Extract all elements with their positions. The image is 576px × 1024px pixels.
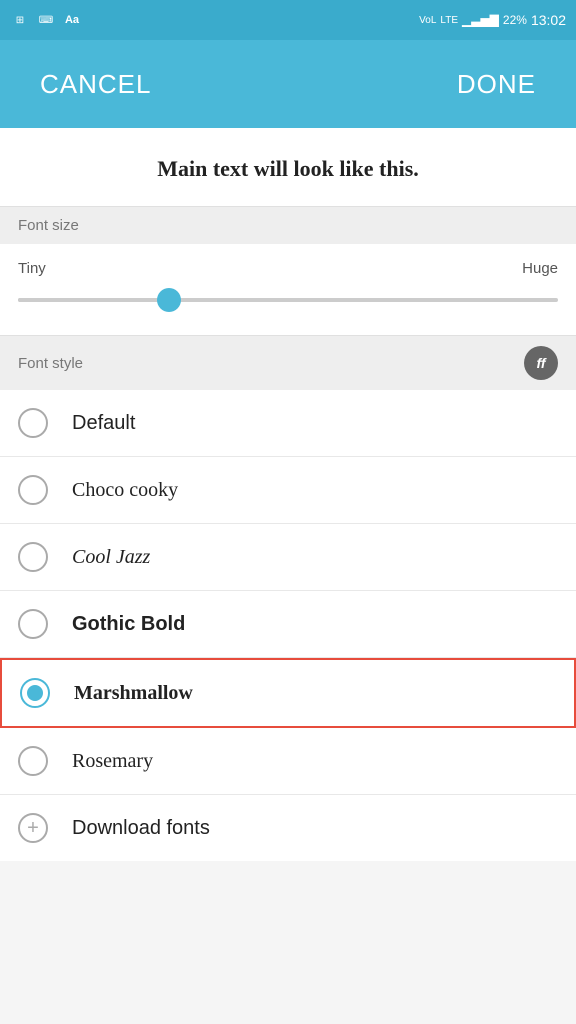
font-item-cool-jazz[interactable]: Cool Jazz: [0, 524, 576, 591]
font-style-section: Default Choco cooky Cool Jazz Gothic Bol…: [0, 390, 576, 861]
radio-marshmallow[interactable]: [20, 678, 50, 708]
screenshot-icon: ⊞: [10, 12, 30, 28]
font-name-rosemary: Rosemary: [72, 750, 153, 773]
download-fonts-label: Download fonts: [72, 817, 210, 840]
status-bar-right: VoL LTE ▁▃▅▇ 22% 13:02: [419, 12, 566, 28]
font-name-marshmallow: Marshmallow: [74, 682, 193, 705]
font-size-slider[interactable]: [18, 285, 558, 315]
font-finder-badge[interactable]: ff: [524, 346, 558, 380]
font-size-section: Tiny Huge: [0, 244, 576, 336]
slider-fill: [18, 298, 169, 302]
radio-marshmallow-inner: [27, 685, 43, 701]
radio-choco-cooky[interactable]: [18, 475, 48, 505]
cancel-button[interactable]: CANCEL: [0, 40, 191, 128]
font-name-default: Default: [72, 412, 135, 435]
font-item-rosemary[interactable]: Rosemary: [0, 728, 576, 795]
time: 13:02: [531, 12, 566, 28]
radio-cool-jazz[interactable]: [18, 542, 48, 572]
font-style-header: Font style ff: [0, 336, 576, 390]
font-name-gothic-bold: Gothic Bold: [72, 613, 185, 636]
slider-thumb[interactable]: [157, 288, 181, 312]
download-plus-icon: +: [18, 813, 48, 843]
done-button[interactable]: DONE: [417, 40, 576, 128]
font-item-gothic-bold[interactable]: Gothic Bold: [0, 591, 576, 658]
font-item-default[interactable]: Default: [0, 390, 576, 457]
slider-min-label: Tiny: [18, 260, 46, 277]
font-name-choco-cooky: Choco cooky: [72, 479, 178, 502]
slider-track: [18, 298, 558, 302]
status-bar-left: ⊞ ⌨ Aa: [10, 12, 82, 28]
battery-level: 22%: [503, 13, 527, 27]
font-size-header: Font size: [0, 207, 576, 244]
slider-labels: Tiny Huge: [18, 260, 558, 277]
lte-icon: LTE: [440, 15, 458, 26]
keyboard-icon: ⌨: [36, 12, 56, 28]
download-fonts-item[interactable]: + Download fonts: [0, 795, 576, 861]
font-size-label: Font size: [18, 217, 79, 234]
preview-text: Main text will look like this.: [157, 156, 419, 181]
radio-gothic-bold[interactable]: [18, 609, 48, 639]
font-icon: Aa: [62, 12, 82, 28]
action-bar: CANCEL DONE: [0, 40, 576, 128]
font-style-label: Font style: [18, 355, 83, 372]
signal-bars: ▁▃▅▇: [462, 13, 499, 27]
font-item-marshmallow[interactable]: Marshmallow: [0, 658, 576, 728]
vol-icon: VoL: [419, 15, 436, 26]
font-name-cool-jazz: Cool Jazz: [72, 546, 150, 569]
radio-rosemary[interactable]: [18, 746, 48, 776]
status-bar: ⊞ ⌨ Aa VoL LTE ▁▃▅▇ 22% 13:02: [0, 0, 576, 40]
preview-area: Main text will look like this.: [0, 128, 576, 207]
ff-badge-label: ff: [536, 355, 545, 371]
font-item-choco-cooky[interactable]: Choco cooky: [0, 457, 576, 524]
radio-default[interactable]: [18, 408, 48, 438]
slider-max-label: Huge: [522, 260, 558, 277]
